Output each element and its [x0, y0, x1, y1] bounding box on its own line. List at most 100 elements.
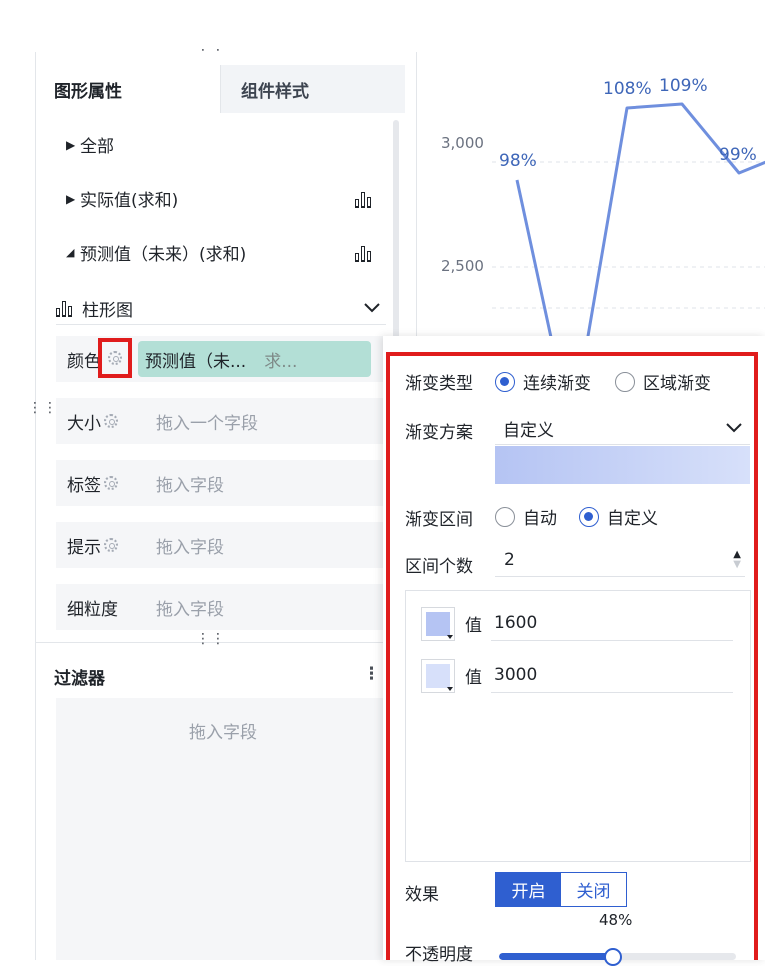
gradient-type-option-continuous[interactable]: 连续渐变 — [495, 369, 591, 394]
gradient-range-option-custom[interactable]: 自定义 — [579, 504, 658, 529]
tree-item-forecast[interactable]: ◢ 预测值（未来）(求和) — [66, 240, 246, 265]
color-picker[interactable] — [421, 658, 455, 693]
chevron-down-icon — [726, 423, 742, 433]
size-label: 大小 — [67, 413, 101, 434]
effect-on-button[interactable]: 开启 — [496, 873, 561, 906]
data-label: 109% — [659, 76, 708, 96]
bar-chart-icon[interactable] — [355, 244, 375, 262]
data-label: 98% — [499, 151, 537, 171]
gear-icon[interactable] — [104, 538, 118, 552]
field-row-tag[interactable]: 标签 拖入字段 — [56, 460, 390, 506]
radio-checked-icon[interactable] — [495, 371, 515, 392]
bar-chart-icon — [56, 299, 76, 317]
interval-count-label: 区间个数 — [405, 557, 473, 577]
marker-type-select[interactable]: 柱形图 — [56, 292, 386, 325]
granularity-label: 细粒度 — [67, 599, 118, 620]
effect-label: 效果 — [405, 885, 439, 905]
series-line — [515, 102, 765, 342]
side-drag-handle[interactable]: ⋮⋮ — [28, 401, 58, 415]
tip-placeholder: 拖入字段 — [156, 537, 224, 558]
expand-icon: ▶ — [66, 191, 76, 206]
gradient-range-option-auto[interactable]: 自动 — [495, 504, 557, 529]
field-label-tag: 标签 — [56, 471, 156, 496]
stop-row: 值 3000 — [421, 658, 733, 693]
tag-placeholder: 拖入字段 — [156, 475, 224, 496]
tag-label: 标签 — [67, 475, 101, 496]
opacity-slider-fill — [499, 953, 613, 960]
gradient-type-option-area[interactable]: 区域渐变 — [615, 369, 711, 394]
chevron-down-icon — [364, 303, 380, 313]
marker-type-label: 柱形图 — [82, 300, 133, 321]
effect-off-button[interactable]: 关闭 — [561, 873, 626, 906]
step-down-icon[interactable]: ▼ — [733, 560, 741, 570]
color-swatch — [426, 663, 450, 688]
gradient-scheme-value: 自定义 — [503, 420, 554, 441]
opacity-value: 48% — [599, 911, 633, 929]
filter-placeholder: 拖入字段 — [189, 723, 257, 743]
granularity-placeholder: 拖入字段 — [156, 599, 224, 620]
y-tick-label: 2,500 — [441, 257, 484, 275]
field-row-size[interactable]: 大小 拖入一个字段 — [56, 398, 390, 444]
field-row-tip[interactable]: 提示 拖入字段 — [56, 522, 390, 568]
radio-checked-icon[interactable] — [579, 506, 599, 527]
gradient-scheme-label: 渐变方案 — [405, 423, 473, 443]
stop-value-input[interactable]: 1600 — [491, 606, 733, 641]
pill-field-name: 预测值（未... — [145, 351, 247, 372]
field-label-granularity: 细粒度 — [56, 595, 156, 620]
stop-label: 值 — [465, 668, 482, 688]
bottom-drag-handle[interactable]: ⋮⋮ — [196, 632, 226, 646]
gear-icon[interactable] — [104, 414, 118, 428]
opacity-slider-thumb[interactable] — [603, 948, 622, 966]
collapse-icon: ◢ — [66, 246, 75, 259]
option-label: 自动 — [523, 509, 557, 529]
color-settings-highlight[interactable] — [98, 338, 132, 378]
opacity-label: 不透明度 — [405, 945, 473, 965]
y-tick-label: 3,000 — [441, 134, 484, 152]
interval-count-value: 2 — [504, 550, 515, 570]
bar-chart-icon[interactable] — [355, 190, 375, 208]
tree-item-actual[interactable]: ▶ 实际值(求和) — [66, 186, 178, 211]
tree-item-label: 全部 — [80, 137, 114, 157]
gradient-scheme-select[interactable]: 自定义 — [495, 412, 750, 445]
color-label: 颜色 — [67, 351, 101, 372]
stop-value: 3000 — [494, 665, 538, 685]
property-panel: 图形属性 组件样式 ▶ 全部 ▶ 实际值(求和) ◢ 预测值（未来）(求和) 柱… — [35, 52, 405, 960]
color-picker[interactable] — [421, 606, 455, 641]
line-chart: 3,000 2,500 98% 108% 109% 99% — [416, 52, 765, 342]
effect-toggle: 开启 关闭 — [495, 872, 627, 907]
data-label: 108% — [603, 79, 652, 99]
data-label: 99% — [719, 145, 757, 165]
radio-unchecked-icon[interactable] — [495, 506, 515, 527]
tab-graphic-properties[interactable]: 图形属性 — [36, 65, 220, 113]
stop-value: 1600 — [494, 613, 538, 633]
tree-item-label: 实际值(求和) — [80, 191, 179, 211]
color-field-pill[interactable]: 预测值（未... 求... — [138, 341, 371, 377]
tree-item-all[interactable]: ▶ 全部 — [66, 132, 114, 157]
field-row-granularity[interactable]: 细粒度 拖入字段 — [56, 584, 390, 630]
expand-icon: ▶ — [66, 137, 76, 152]
stop-row: 值 1600 — [421, 606, 733, 641]
stop-label: 值 — [465, 616, 482, 636]
radio-unchecked-icon[interactable] — [615, 371, 635, 392]
color-swatch — [426, 611, 450, 636]
gear-icon[interactable] — [104, 476, 118, 490]
tip-label: 提示 — [67, 537, 101, 558]
gradient-range-label: 渐变区间 — [405, 510, 473, 530]
tree-item-label: 预测值（未来）(求和) — [80, 245, 247, 265]
interval-count-stepper[interactable]: 2 ▲ ▼ — [495, 544, 745, 577]
field-label-tip: 提示 — [56, 533, 156, 558]
option-label: 连续渐变 — [523, 374, 591, 394]
option-label: 自定义 — [607, 509, 658, 529]
gradient-type-label: 渐变类型 — [405, 374, 473, 394]
filter-drop-zone[interactable]: 拖入字段 — [56, 698, 390, 960]
panel-scrollbar[interactable] — [393, 120, 399, 360]
more-menu-icon[interactable]: ⋮ — [363, 664, 380, 684]
tab-component-style[interactable]: 组件样式 — [220, 65, 405, 113]
option-label: 区域渐变 — [643, 374, 711, 394]
size-placeholder: 拖入一个字段 — [156, 413, 258, 434]
chart-svg — [492, 102, 765, 342]
stop-value-input[interactable]: 3000 — [491, 658, 733, 693]
filter-title: 过滤器 — [54, 669, 105, 689]
gradient-preview-bar — [495, 446, 750, 484]
gear-icon[interactable] — [108, 351, 122, 365]
